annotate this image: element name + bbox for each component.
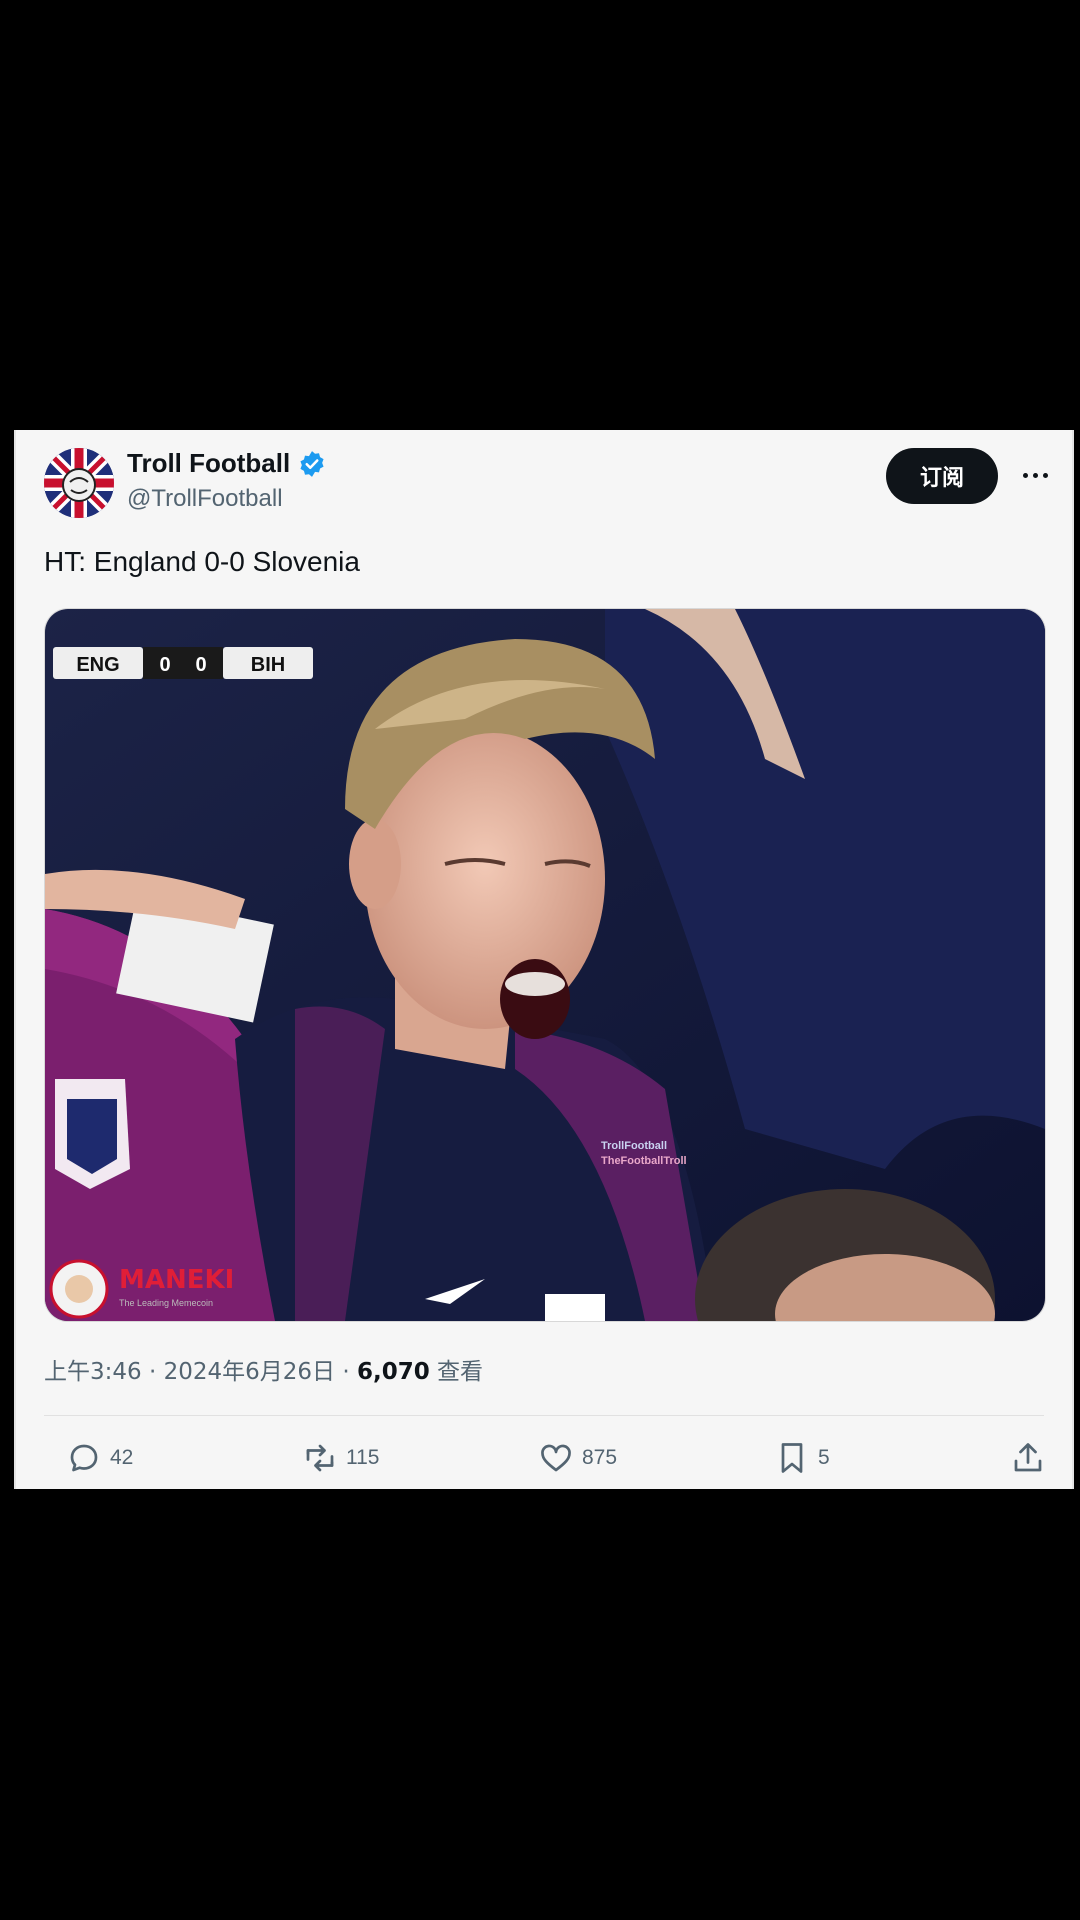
author-name-row[interactable]: Troll Football (127, 448, 326, 479)
watermark-instagram: TheFootballTroll (601, 1155, 687, 1167)
avatar-image (44, 448, 114, 518)
like-button[interactable]: 875 (538, 1440, 617, 1476)
media-image: ENG 0 0 BIH TrollFootball TheFootballTro… (45, 609, 1045, 1321)
reply-icon (70, 1444, 98, 1472)
bookmark-count: 5 (818, 1446, 830, 1469)
scoreboard-away: BIH (251, 654, 285, 676)
share-button[interactable] (1010, 1440, 1046, 1476)
bookmark-icon (781, 1443, 803, 1473)
share-icon (1014, 1443, 1042, 1472)
retweet-button[interactable]: 115 (302, 1440, 379, 1476)
scoreboard-home: ENG (76, 654, 119, 676)
sponsor-name: MANEKI (119, 1265, 234, 1295)
action-bar: 42 115 875 5 (44, 1440, 1054, 1480)
reply-button[interactable]: 42 (66, 1440, 133, 1476)
reply-count: 42 (110, 1446, 134, 1469)
bookmark-button[interactable]: 5 (774, 1440, 830, 1476)
scoreboard-home-score: 0 (159, 654, 170, 676)
avatar[interactable] (44, 448, 114, 518)
views-label: 查看 (437, 1359, 484, 1385)
more-icon[interactable] (1012, 452, 1058, 498)
verified-badge-icon (300, 450, 324, 477)
timestamp[interactable]: 上午3:46 · 2024年6月26日 (44, 1359, 335, 1385)
sponsor-tagline: The Leading Memecoin (119, 1298, 213, 1308)
author-handle[interactable]: @TrollFootball (127, 485, 283, 513)
scoreboard-away-score: 0 (195, 654, 206, 676)
tweet-card: Troll Football @TrollFootball 订阅 HT: Eng… (14, 430, 1074, 1489)
retweet-icon (306, 1444, 334, 1472)
tweet-text: HT: England 0-0 Slovenia (44, 546, 360, 577)
divider (44, 1415, 1044, 1416)
tweet-meta: 上午3:46 · 2024年6月26日 · 6,070 查看 (44, 1359, 484, 1385)
tweet-media[interactable]: ENG 0 0 BIH TrollFootball TheFootballTro… (44, 608, 1046, 1322)
author-name[interactable]: Troll Football (127, 448, 290, 479)
watermark-twitter: TrollFootball (601, 1140, 667, 1152)
subscribe-button[interactable]: 订阅 (886, 448, 998, 504)
retweet-count: 115 (346, 1446, 380, 1469)
views-count: 6,070 (356, 1359, 430, 1385)
scoreboard: ENG 0 0 BIH (53, 647, 313, 679)
like-icon (541, 1444, 571, 1472)
like-count: 875 (582, 1446, 618, 1469)
